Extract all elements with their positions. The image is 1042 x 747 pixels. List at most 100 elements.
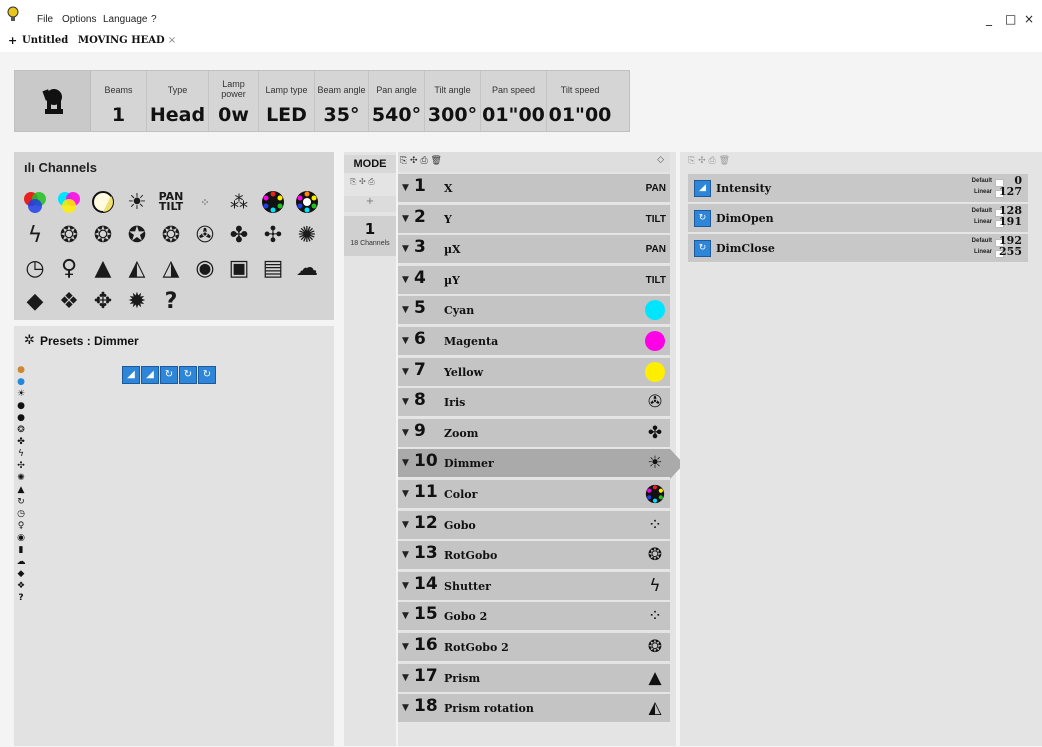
lamp-icon[interactable]: ♀ [54, 253, 84, 283]
fog-small-icon[interactable]: ◉ [14, 532, 28, 544]
blade-rotate-icon[interactable]: ❖ [54, 286, 84, 316]
pan-angle-cell[interactable]: Pan angle 540° [369, 71, 425, 131]
tilt-speed-cell[interactable]: Tilt speed 01"00 [547, 71, 613, 131]
unknown-small-icon[interactable]: ? [14, 592, 28, 604]
color-small-icon[interactable]: ● [14, 400, 28, 412]
menu-file[interactable]: File [37, 14, 53, 25]
expand-icon[interactable]: ▼ [402, 703, 409, 713]
speed-small-icon[interactable]: ◷ [14, 508, 28, 520]
expand-icon[interactable]: ▼ [402, 336, 409, 346]
channel-row[interactable]: ▼ 15 Gobo 2 ⁘ [398, 602, 670, 632]
prism-rotation-icon[interactable]: ◭ [122, 253, 152, 283]
unknown-icon[interactable]: ? [156, 286, 186, 316]
expand-icon[interactable]: ▼ [402, 550, 409, 560]
cmy-icon[interactable] [54, 187, 84, 217]
gobo-icon[interactable]: ⁘ [190, 187, 220, 217]
channel-row[interactable]: ▼ 8 Iris ✇ [398, 388, 670, 418]
expand-icon[interactable]: ▼ [402, 305, 409, 315]
rotgobo-dots-icon[interactable]: ⁂ [224, 187, 254, 217]
tab-close-icon[interactable]: × [168, 35, 176, 46]
capability-preset-icon[interactable]: ◢ [694, 180, 711, 197]
focus-small-icon[interactable]: ✣ [14, 460, 28, 472]
lamp-type-cell[interactable]: Lamp type LED [259, 71, 315, 131]
animation-icon[interactable]: ✹ [122, 286, 152, 316]
blade-small-icon[interactable]: ◆ [14, 568, 28, 580]
paste-icon[interactable]: ⎙ [368, 177, 374, 186]
effect-small-icon[interactable]: ✺ [14, 472, 28, 484]
copy-icon[interactable]: ⎘ [350, 177, 356, 186]
expand-icon[interactable]: ▼ [402, 244, 409, 254]
pan-speed-cell[interactable]: Pan speed 01"00 [481, 71, 547, 131]
beam-angle-cell[interactable]: Beam angle 35° [315, 71, 369, 131]
preset-intensity-icon[interactable]: ◢ [122, 366, 140, 384]
focus-icon[interactable]: ✪ [122, 220, 152, 250]
smoke-small-icon[interactable]: ☁ [14, 556, 28, 568]
shutter-small-icon[interactable]: ϟ [14, 448, 28, 460]
rgb-small-icon[interactable]: ● [14, 364, 28, 376]
blade-2-icon[interactable]: ✥ [88, 286, 118, 316]
capability-preset-icon[interactable]: ↻ [694, 210, 711, 227]
prism-icon[interactable]: ▲ [88, 253, 118, 283]
tab-moving-head[interactable]: MOVING HEAD × [78, 35, 176, 46]
range-to-value[interactable]: 191 [999, 215, 1022, 228]
mode-item[interactable]: 1 18 Channels [344, 216, 396, 256]
capability-preset-icon[interactable]: ↻ [694, 240, 711, 257]
expand-icon[interactable]: ▼ [402, 275, 409, 285]
shutter-icon[interactable]: ϟ [20, 220, 50, 250]
zoom-icon[interactable]: ✤ [224, 220, 254, 250]
channel-row[interactable]: ▼ 11 Color [398, 480, 670, 509]
maximize-button[interactable]: □ [1005, 12, 1016, 26]
color-wheel-rotate-icon[interactable] [292, 187, 322, 217]
speed-icon[interactable]: ◷ [20, 253, 50, 283]
channel-row[interactable]: ▼ 13 RotGobo ❂ [398, 541, 670, 571]
channel-row[interactable]: ▼ 9 Zoom ✤ [398, 418, 670, 448]
capability-row[interactable]: ↻ DimClose Default 192 Linear 255 [688, 234, 1028, 263]
pan-tilt-icon[interactable]: PAN TILT [156, 187, 186, 217]
menu-language[interactable]: Language [103, 14, 148, 25]
expand-icon[interactable]: ▼ [402, 489, 409, 499]
rotgobo-icon[interactable]: ❂ [54, 220, 84, 250]
channel-row[interactable]: ▼ 14 Shutter ϟ [398, 571, 670, 601]
lamp-power-cell[interactable]: Lamp power 0w [209, 71, 259, 131]
cap-move-icon[interactable]: ✣ [698, 156, 706, 166]
menu-options[interactable]: Options [62, 14, 96, 25]
channel-row[interactable]: ▼ 2 Y TILT [398, 204, 670, 234]
channel-row[interactable]: ▼ 12 Gobo ⁘ [398, 510, 670, 540]
cap-copy-icon[interactable]: ⎘ [688, 156, 695, 166]
preset-dimopen-icon[interactable]: ↻ [160, 366, 178, 384]
expand-icon[interactable]: ▼ [402, 397, 409, 407]
fog-icon[interactable]: ◉ [190, 253, 220, 283]
macro-icon[interactable]: ▣ [224, 253, 254, 283]
color-wheel-icon[interactable] [258, 187, 288, 217]
zoom-2-icon[interactable]: ✣ [258, 220, 288, 250]
expand-icon[interactable]: ▼ [402, 581, 409, 591]
expand-icon[interactable]: ▼ [402, 673, 409, 683]
add-mode-button[interactable]: + [344, 196, 396, 212]
blade-rotate-small-icon[interactable]: ❖ [14, 580, 28, 592]
close-window-button[interactable]: × [1024, 12, 1034, 26]
preset-intensity-2-icon[interactable]: ◢ [141, 366, 159, 384]
control-icon[interactable]: ▤ [258, 253, 288, 283]
expand-icon[interactable]: ▼ [402, 428, 409, 438]
channel-row[interactable]: ▼ 17 Prism ▲ [398, 663, 670, 693]
preset-dimclose-2-icon[interactable]: ↻ [198, 366, 216, 384]
expand-icon[interactable]: ▼ [402, 520, 409, 530]
smoke-icon[interactable]: ☁ [292, 253, 322, 283]
tab-untitled[interactable]: Untitled [22, 35, 68, 46]
channel-row[interactable]: ▼ 18 Prism rotation ◭ [398, 694, 670, 724]
prism-small-icon[interactable]: ▲ [14, 484, 28, 496]
fixture-icon-cell[interactable] [15, 71, 91, 131]
expand-icon[interactable]: ▼ [402, 611, 409, 621]
preset-dimclose-icon[interactable]: ↻ [179, 366, 197, 384]
rgb-icon[interactable] [20, 187, 50, 217]
cmy-small-icon[interactable]: ● [14, 376, 28, 388]
rotation-small-icon[interactable]: ↻ [14, 496, 28, 508]
sort-icon[interactable]: ◇ [657, 155, 664, 165]
move-icon[interactable]: ✣ [359, 177, 366, 186]
channel-row[interactable]: ▼ 16 RotGobo 2 ❂ [398, 633, 670, 662]
minimize-button[interactable]: _ [986, 12, 992, 26]
capability-row[interactable]: ↻ DimOpen Default 128 Linear 191 [688, 204, 1028, 233]
channel-row[interactable]: ▼ 5 Cyan [398, 296, 670, 326]
channel-row[interactable]: ▼ 7 Yellow [398, 357, 670, 387]
dimmer-small-icon[interactable]: ☀ [14, 388, 28, 400]
